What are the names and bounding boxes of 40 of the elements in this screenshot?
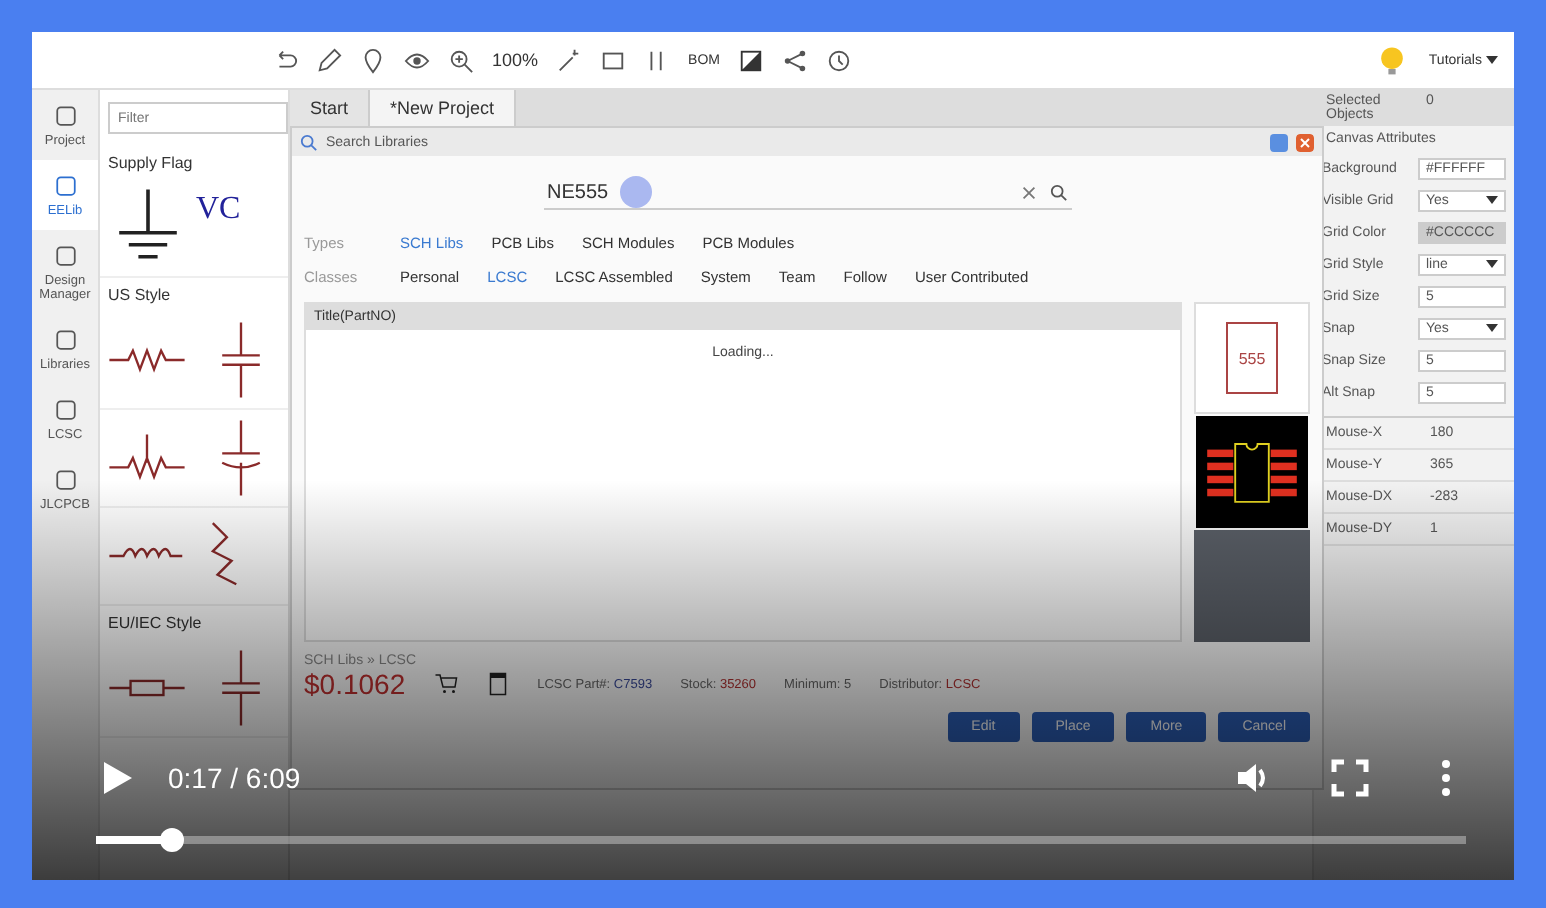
- section-heading: EU/IEC Style: [106, 612, 204, 636]
- pin-icon[interactable]: [360, 47, 386, 73]
- document-tab[interactable]: *New Project: [370, 90, 517, 126]
- cursor-highlight-icon: [620, 176, 653, 208]
- progress-handle[interactable]: [159, 828, 184, 852]
- section-heading: Supply Flag: [106, 152, 195, 176]
- sidebar-icon: [51, 172, 79, 200]
- photo-placeholder: [1194, 530, 1310, 642]
- caret-icon: [1486, 322, 1498, 334]
- sidebar-icon: [51, 396, 79, 424]
- close-button[interactable]: [1296, 133, 1314, 151]
- sidebar-icon: [51, 102, 79, 130]
- zoom-level[interactable]: 100%: [492, 50, 539, 70]
- sidebar-icon: [51, 242, 79, 270]
- fullscreen-icon[interactable]: [1330, 758, 1370, 798]
- footprint-preview-drawing: [1194, 416, 1310, 528]
- search-icon[interactable]: [1049, 183, 1067, 201]
- video-time: 0:17 / 6:09: [168, 762, 301, 794]
- caret-icon[interactable]: [1486, 54, 1498, 66]
- price: $0.1062: [304, 668, 406, 700]
- vcc-symbol[interactable]: VC: [196, 180, 241, 276]
- clear-icon[interactable]: [1019, 183, 1037, 201]
- share-icon[interactable]: [781, 47, 808, 73]
- section-heading: US Style: [106, 284, 173, 308]
- chip-symbol-drawing: 555: [1226, 322, 1278, 394]
- wand-icon[interactable]: [556, 47, 583, 73]
- maximize-button[interactable]: [1270, 133, 1288, 151]
- search-icon: [300, 133, 318, 151]
- pencil-icon[interactable]: [316, 47, 342, 73]
- zoom-icon[interactable]: [448, 47, 474, 73]
- search-field[interactable]: NE555: [543, 176, 1071, 210]
- document-icon[interactable]: [485, 672, 510, 696]
- caret-icon: [1486, 258, 1498, 270]
- sidebar-icon: [51, 466, 79, 494]
- history-icon[interactable]: [825, 47, 852, 73]
- caret-icon: [1486, 194, 1498, 206]
- document-tab[interactable]: Start: [290, 90, 371, 126]
- cart-icon[interactable]: [433, 672, 458, 696]
- contrast-icon[interactable]: [737, 47, 764, 73]
- sidebar-icon: [51, 326, 79, 354]
